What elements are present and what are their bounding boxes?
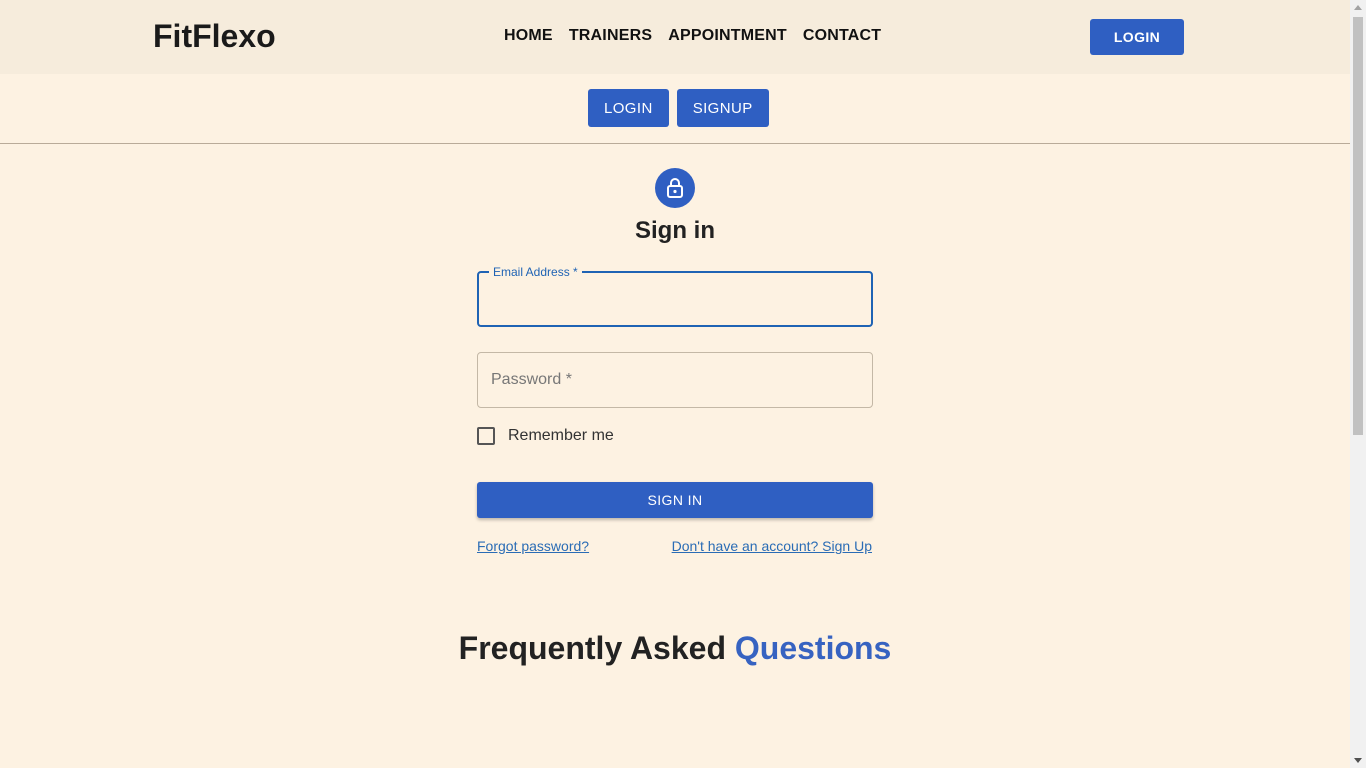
faq-title-main: Frequently Asked <box>458 630 726 666</box>
sign-in-button[interactable]: SIGN IN <box>477 482 873 518</box>
switch-signup-button[interactable]: SIGNUP <box>676 89 769 127</box>
main-nav: HOME TRAINERS APPOINTMENT CONTACT <box>504 27 897 45</box>
scroll-down-icon[interactable] <box>1354 758 1362 763</box>
brand-logo[interactable]: FitFlexo <box>153 18 276 55</box>
faq-title-accent: Questions <box>734 630 892 666</box>
navbar-login-button[interactable]: LOGIN <box>1090 19 1184 55</box>
faq-title: Frequently Asked Questions <box>0 630 1350 667</box>
email-field: Email Address * <box>477 265 873 327</box>
forgot-password-link[interactable]: Forgot password? <box>477 538 589 554</box>
scroll-up-icon[interactable] <box>1354 5 1362 10</box>
remember-label: Remember me <box>508 427 614 444</box>
password-field: Password * <box>477 352 873 408</box>
scrollbar-thumb[interactable] <box>1353 17 1363 435</box>
switch-login-button[interactable]: LOGIN <box>588 89 669 127</box>
lock-avatar <box>655 168 695 208</box>
password-label: Password * <box>491 371 572 388</box>
auth-switch: LOGIN SIGNUP <box>588 89 769 127</box>
section-divider <box>0 143 1350 144</box>
nav-link-trainers[interactable]: TRAINERS <box>569 27 652 45</box>
remember-me[interactable]: Remember me <box>477 427 614 445</box>
email-label: Email Address * <box>489 265 582 279</box>
signin-title: Sign in <box>635 217 715 244</box>
remember-checkbox[interactable] <box>477 427 495 445</box>
signup-link[interactable]: Don't have an account? Sign Up <box>672 538 872 554</box>
lock-icon <box>667 178 683 198</box>
vertical-scrollbar[interactable] <box>1350 0 1366 768</box>
nav-link-appointment[interactable]: APPOINTMENT <box>668 27 787 45</box>
email-input[interactable] <box>479 273 871 325</box>
nav-link-contact[interactable]: CONTACT <box>803 27 881 45</box>
nav-link-home[interactable]: HOME <box>504 27 553 45</box>
top-navbar: FitFlexo HOME TRAINERS APPOINTMENT CONTA… <box>0 0 1350 74</box>
